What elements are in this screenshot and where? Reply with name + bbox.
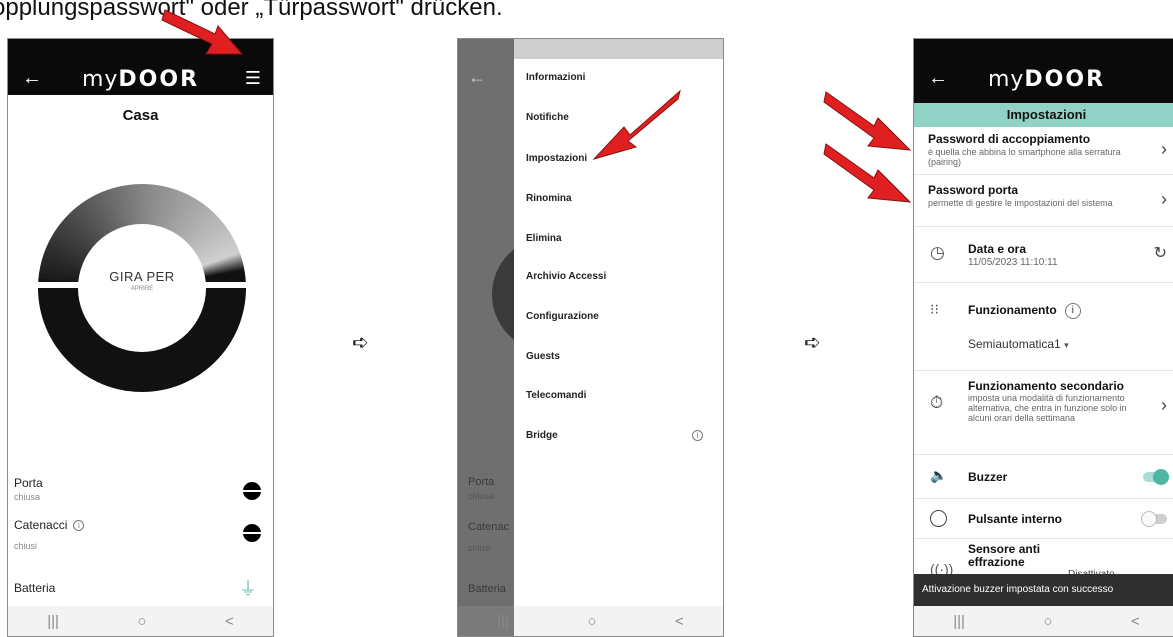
catenacci-state: chiusi — [14, 541, 38, 551]
buzzer-toggle[interactable] — [1143, 469, 1169, 485]
app-logo: myDOOR — [987, 67, 1106, 92]
dial-sublabel: APRIRE — [130, 286, 154, 292]
catenacci-row: Catenacci i — [14, 518, 263, 532]
info-icon[interactable]: i — [1064, 303, 1081, 319]
red-arrow-door-password — [823, 143, 912, 203]
secondary-operation-row[interactable]: ⏱ Funzionamento secondario imposta una m… — [914, 371, 1173, 455]
internal-button-row: Pulsante interno — [914, 499, 1173, 539]
tamper-sensor-row: ((·)) Sensore anti effrazione Disattivat… — [914, 539, 1173, 581]
door-name-title: Casa — [122, 107, 159, 124]
chevron-right-icon: › — [1161, 139, 1167, 159]
settings-title: Impostazioni — [914, 103, 1173, 127]
arrow-left-icon: ← — [468, 67, 486, 87]
date-time-value: 11/05/2023 11:10:11 — [968, 257, 1058, 268]
phone-screen-home: ← myDOOR ☰ Casa GIRA PER APRIRE Porta ch… — [7, 38, 274, 637]
home-icon[interactable]: ○ — [587, 613, 596, 630]
porta-state-dim: chiusa — [468, 491, 495, 501]
menu-item-informazioni[interactable]: Informazioni — [526, 72, 585, 83]
pairing-password-desc: è quella che abbina lo smartphone alla s… — [928, 147, 1121, 167]
circle-button-icon — [930, 510, 947, 527]
next-step-arrow-icon: ➪ — [804, 332, 821, 354]
nav-back-icon[interactable]: < — [1131, 613, 1140, 630]
buzzer-label: Buzzer — [968, 470, 1008, 484]
clock-icon: ◷ — [930, 243, 945, 262]
menu-item-archivio-accessi[interactable]: Archivio Accessi — [526, 271, 606, 282]
recent-apps-icon[interactable]: ||| — [497, 613, 509, 630]
operation-mode-title: Funzionamento i — [968, 303, 1081, 319]
buzzer-row: 🔈 Buzzer — [914, 455, 1173, 499]
info-icon[interactable]: i — [73, 520, 85, 531]
home-icon[interactable]: ○ — [1043, 613, 1052, 630]
menu-item-rinomina[interactable]: Rinomina — [526, 193, 572, 204]
info-icon[interactable]: i — [692, 430, 703, 441]
speaker-icon: 🔈 — [930, 467, 948, 483]
menu-item-guests[interactable]: Guests — [526, 351, 560, 362]
date-time-row[interactable]: ◷ Data e ora 11/05/2023 11:10:11 ↻ — [914, 227, 1173, 283]
pairing-password-title: Password di accoppiamento — [928, 132, 1091, 146]
secondary-operation-desc: imposta una modalità di funzionamento al… — [968, 393, 1127, 423]
porta-label-dim: Porta — [468, 476, 495, 488]
next-step-arrow-icon: ➪ — [352, 332, 369, 354]
menu-item-configurazione[interactable]: Configurazione — [526, 311, 599, 322]
system-nav-bar: ||| ○ < — [458, 606, 723, 636]
red-arrow-impostazioni — [592, 89, 681, 160]
menu-item-impostazioni[interactable]: Impostazioni — [526, 153, 587, 164]
system-nav-bar: ||| ○ < — [914, 606, 1173, 636]
operation-mode-select[interactable]: Semiautomatica1 ▾ — [968, 337, 1069, 351]
door-password-row[interactable]: Password porta permette di gestire le im… — [914, 175, 1173, 227]
nav-back-icon[interactable]: < — [675, 613, 684, 630]
power-plug-icon: ⏚ — [239, 579, 257, 599]
internal-button-label: Pulsante interno — [968, 512, 1063, 526]
operation-mode-row: ⁝⁝ Funzionamento i Semiautomatica1 ▾ — [914, 283, 1173, 371]
batteria-label-dim: Batteria — [468, 583, 506, 595]
menu-item-telecomandi[interactable]: Telecomandi — [526, 390, 586, 401]
app-logo: myDOOR — [81, 67, 200, 92]
recent-apps-icon[interactable]: ||| — [47, 613, 59, 630]
menu-item-elimina[interactable]: Elimina — [526, 233, 562, 244]
chevron-right-icon: › — [1161, 189, 1167, 209]
dial-pad-icon: ⁝⁝ — [930, 301, 939, 317]
timer-icon: ⏱ — [930, 393, 944, 412]
recent-apps-icon[interactable]: ||| — [953, 613, 965, 630]
secondary-operation-title: Funzionamento secondario — [968, 379, 1125, 393]
dial-label: GIRA PER — [109, 269, 175, 284]
system-nav-bar: ||| ○ < — [8, 606, 273, 636]
batteria-label: Batteria — [14, 581, 56, 595]
porta-state: chiusa — [14, 492, 41, 502]
snackbar-message: Attivazione buzzer impostata con success… — [914, 574, 1173, 606]
nav-back-icon[interactable]: < — [225, 613, 234, 630]
tamper-sensor-label: Sensore anti effrazione — [968, 542, 1041, 569]
catenacci-label-dim: Catenac — [468, 521, 509, 533]
pairing-password-row[interactable]: Password di accoppiamento è quella che a… — [914, 127, 1173, 175]
internal-button-toggle[interactable] — [1141, 511, 1167, 527]
refresh-icon[interactable]: ↻ — [1154, 243, 1167, 263]
dropdown-caret-icon: ▾ — [1064, 340, 1069, 350]
phone-screen-settings: ← myDOOR Impostazioni Password di accopp… — [913, 38, 1173, 637]
red-arrow-menu — [161, 9, 244, 55]
door-password-desc: permette di gestire le impostazioni del … — [928, 198, 1113, 208]
menu-item-notifiche[interactable]: Notifiche — [526, 112, 569, 123]
door-password-title: Password porta — [928, 183, 1019, 197]
home-icon[interactable]: ○ — [137, 613, 146, 630]
unlock-dial[interactable]: GIRA PER APRIRE — [36, 184, 248, 392]
bolt-status-icon — [242, 524, 262, 542]
menu-item-bridge[interactable]: Bridge — [526, 430, 558, 441]
dimmed-background: ← Porta chiusa Catenac chiusi Batteria — [458, 39, 552, 636]
date-time-title: Data e ora — [968, 242, 1027, 256]
door-status-icon — [242, 482, 262, 500]
catenacci-state-dim: chiusi — [468, 543, 492, 553]
porta-label: Porta — [14, 476, 43, 490]
chevron-right-icon: › — [1161, 395, 1167, 415]
instruction-caption: opplungspasswort" oder „Türpasswort" drü… — [0, 0, 503, 21]
hamburger-menu-icon[interactable]: ☰ — [245, 68, 261, 89]
